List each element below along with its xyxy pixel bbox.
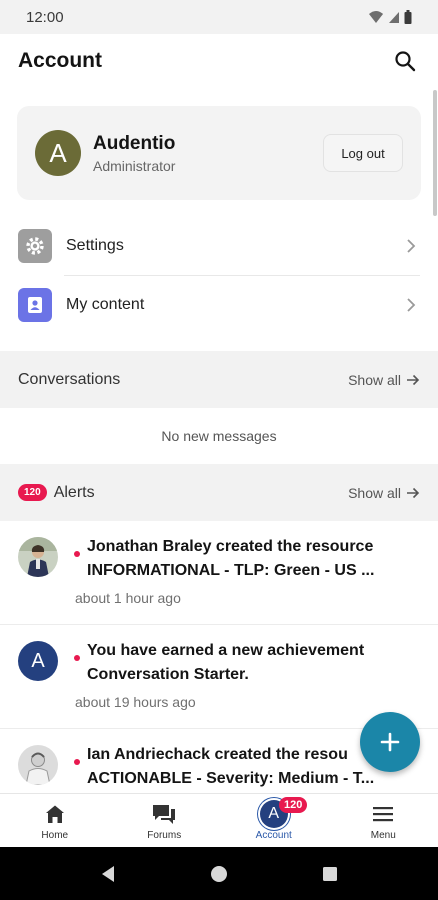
empty-conversations-message: No new messages	[161, 427, 277, 444]
section-title: Conversations	[18, 370, 121, 388]
scrollbar[interactable]	[433, 90, 437, 216]
user-card-icon	[18, 288, 52, 322]
status-bar: 12:00	[0, 0, 438, 34]
show-all-label: Show all	[348, 371, 401, 388]
arrow-right-icon	[407, 487, 420, 498]
unread-dot	[74, 759, 80, 765]
logout-button[interactable]: Log out	[323, 134, 403, 172]
profile-name: Audentio	[93, 132, 176, 154]
alerts-header: 120 Alerts Show all	[0, 464, 438, 521]
alert-item[interactable]: A You have earned a new achievement Conv…	[0, 625, 438, 729]
alert-line-1: You have earned a new achievement	[87, 642, 365, 659]
alert-line-1: Ian Andriechack created the resou	[87, 746, 348, 763]
status-icons	[368, 10, 412, 24]
avatar: A	[35, 130, 81, 176]
section-title: Alerts	[53, 483, 95, 501]
alerts-count-badge: 120	[18, 484, 47, 501]
unread-dot	[74, 655, 80, 661]
create-fab-button[interactable]	[360, 712, 420, 772]
alert-time: about 19 hours ago	[75, 694, 196, 710]
nav-item-forums[interactable]: Forums	[110, 794, 220, 847]
signal-icon	[389, 12, 399, 23]
recents-icon[interactable]	[322, 866, 338, 882]
show-all-label: Show all	[348, 484, 401, 501]
alert-line-2: INFORMATIONAL - TLP: Green - US ...	[87, 562, 375, 579]
menu-item-label: Settings	[66, 237, 124, 254]
nav-item-account[interactable]: A 120 Account	[219, 794, 329, 847]
alert-item[interactable]: Jonathan Braley created the resource INF…	[0, 521, 438, 625]
hamburger-icon	[372, 800, 394, 828]
system-nav-bar	[0, 847, 438, 900]
arrow-right-icon	[407, 374, 420, 385]
bottom-nav: Home Forums A 120 Account Menu	[0, 793, 438, 847]
page-title: Account	[18, 49, 102, 72]
alerts-show-all-link[interactable]: Show all	[348, 485, 420, 501]
search-button[interactable]	[390, 46, 420, 76]
nav-label: Menu	[370, 830, 396, 841]
chevron-right-icon	[407, 239, 416, 253]
avatar	[18, 745, 58, 785]
alert-line-2: ACTIONABLE - Severity: Medium - T...	[87, 770, 375, 787]
notification-badge: 120	[279, 797, 308, 813]
profile-card: A Audentio Administrator Log out	[17, 106, 421, 200]
nav-label: Forums	[147, 830, 182, 841]
chevron-right-icon	[407, 298, 416, 312]
menu-item-settings[interactable]: Settings	[18, 217, 420, 275]
avatar	[18, 537, 58, 577]
wifi-icon	[369, 11, 383, 23]
app-header: Account	[0, 34, 438, 88]
menu-item-label: My content	[66, 296, 145, 313]
avatar: A	[18, 641, 58, 681]
gear-icon	[18, 229, 52, 263]
nav-label: Account	[255, 830, 292, 841]
search-icon	[395, 51, 416, 72]
home-icon	[44, 800, 66, 828]
alert-time: about 1 hour ago	[75, 590, 181, 606]
home-circle-icon[interactable]	[210, 865, 228, 883]
alert-line-1: Jonathan Braley created the resource	[87, 538, 374, 555]
back-icon[interactable]	[100, 865, 116, 883]
alert-line-2: Conversation Starter.	[87, 666, 249, 683]
chat-bubbles-icon	[151, 800, 177, 828]
conversations-show-all-link[interactable]: Show all	[348, 372, 420, 388]
profile-text: Audentio Administrator	[93, 133, 175, 174]
nav-label: Home	[41, 830, 69, 841]
plus-icon	[380, 732, 400, 752]
unread-dot	[74, 551, 80, 557]
profile-role: Administrator	[93, 157, 176, 174]
conversations-header: Conversations Show all	[0, 351, 438, 408]
status-time: 12:00	[26, 8, 64, 26]
nav-item-home[interactable]: Home	[0, 794, 110, 847]
battery-icon	[404, 10, 412, 24]
menu-item-my-content[interactable]: My content	[18, 276, 420, 334]
nav-item-menu[interactable]: Menu	[329, 794, 438, 847]
